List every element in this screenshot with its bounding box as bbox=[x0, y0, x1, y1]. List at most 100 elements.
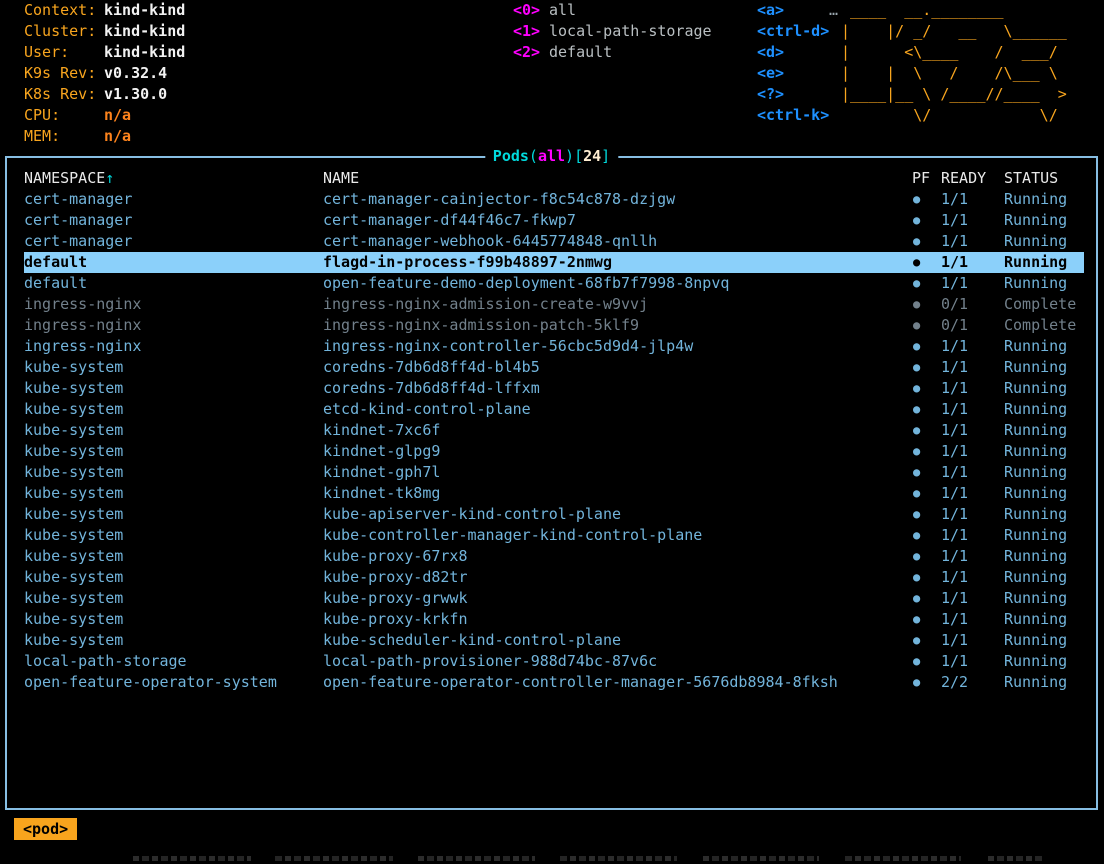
table-row[interactable]: kube-systemkindnet-7xc6f●1/1Running bbox=[24, 420, 1084, 441]
cell-name: ingress-nginx-admission-create-w9vvj bbox=[323, 294, 912, 315]
cell-ready: 1/1 bbox=[941, 399, 1004, 420]
cell-namespace: default bbox=[24, 252, 323, 273]
cell-ready: 0/1 bbox=[941, 294, 1004, 315]
header-status[interactable]: STATUS bbox=[1004, 168, 1084, 189]
table-row[interactable]: kube-systemcoredns-7db6d8ff4d-bl4b5●1/1R… bbox=[24, 357, 1084, 378]
cell-namespace: kube-system bbox=[24, 546, 323, 567]
cell-ready: 0/1 bbox=[941, 315, 1004, 336]
hotkey-ctrl-d: <ctrl-d> bbox=[757, 21, 829, 42]
title-punct: ] bbox=[601, 147, 610, 165]
cell-pf: ● bbox=[912, 378, 941, 399]
cell-ready: 2/2 bbox=[941, 672, 1004, 693]
cell-name: coredns-7db6d8ff4d-bl4b5 bbox=[323, 357, 912, 378]
cell-status: Running bbox=[1004, 231, 1084, 252]
cell-name: etcd-kind-control-plane bbox=[323, 399, 912, 420]
mem-row: MEM:n/a bbox=[24, 126, 185, 147]
table-row[interactable]: kube-systemkube-scheduler-kind-control-p… bbox=[24, 630, 1084, 651]
cell-name: kube-proxy-krkfn bbox=[323, 609, 912, 630]
cell-pf: ● bbox=[912, 294, 941, 315]
hotkey-0-label: all bbox=[549, 1, 576, 19]
table-row[interactable]: kube-systemetcd-kind-control-plane●1/1Ru… bbox=[24, 399, 1084, 420]
cell-status: Running bbox=[1004, 567, 1084, 588]
title-punct: [ bbox=[574, 147, 583, 165]
hotkey-attach: <a> bbox=[757, 0, 829, 21]
cell-status: Running bbox=[1004, 504, 1084, 525]
table-row[interactable]: kube-systemkindnet-gph7l●1/1Running bbox=[24, 462, 1084, 483]
cell-status: Running bbox=[1004, 588, 1084, 609]
cell-status: Running bbox=[1004, 420, 1084, 441]
cell-ready: 1/1 bbox=[941, 462, 1004, 483]
cell-name: kindnet-glpg9 bbox=[323, 441, 912, 462]
cell-namespace: kube-system bbox=[24, 567, 323, 588]
table-row[interactable]: kube-systemkindnet-glpg9●1/1Running bbox=[24, 441, 1084, 462]
cell-status: Running bbox=[1004, 630, 1084, 651]
cell-pf: ● bbox=[912, 588, 941, 609]
table-row[interactable]: kube-systemkube-proxy-grwwk●1/1Running bbox=[24, 588, 1084, 609]
table-row[interactable]: ingress-nginxingress-nginx-controller-56… bbox=[24, 336, 1084, 357]
table-row[interactable]: kube-systemkube-proxy-krkfn●1/1Running bbox=[24, 609, 1084, 630]
table-row[interactable]: open-feature-operator-systemopen-feature… bbox=[24, 672, 1084, 693]
cluster-value: kind-kind bbox=[104, 22, 185, 40]
table-row[interactable]: kube-systemkube-apiserver-kind-control-p… bbox=[24, 504, 1084, 525]
cell-status: Running bbox=[1004, 399, 1084, 420]
breadcrumb-pod[interactable]: <pod> bbox=[14, 818, 77, 840]
pods-table-body: cert-managercert-manager-cainjector-f8c5… bbox=[24, 189, 1084, 693]
cpu-label: CPU: bbox=[24, 105, 104, 126]
cluster-row: Cluster:kind-kind bbox=[24, 21, 185, 42]
cell-status: Running bbox=[1004, 483, 1084, 504]
cell-pf: ● bbox=[912, 504, 941, 525]
cell-name: ingress-nginx-admission-patch-5klf9 bbox=[323, 315, 912, 336]
table-row[interactable]: kube-systemkube-proxy-67rx8●1/1Running bbox=[24, 546, 1084, 567]
pods-table: NAMESPACE↑ NAME PF READY STATUS cert-man… bbox=[24, 168, 1084, 693]
header-namespace[interactable]: NAMESPACE↑ bbox=[24, 168, 323, 189]
table-row[interactable]: defaultflagd-in-process-f99b48897-2nmwg●… bbox=[24, 252, 1084, 273]
cpu-row: CPU:n/a bbox=[24, 105, 185, 126]
table-row[interactable]: ingress-nginxingress-nginx-admission-pat… bbox=[24, 315, 1084, 336]
table-row[interactable]: cert-managercert-manager-cainjector-f8c5… bbox=[24, 189, 1084, 210]
cell-namespace: open-feature-operator-system bbox=[24, 672, 323, 693]
namespace-hotkey-default: <2>default bbox=[513, 42, 712, 63]
cell-namespace: kube-system bbox=[24, 420, 323, 441]
cell-ready: 1/1 bbox=[941, 336, 1004, 357]
k9s-logo: ____ __.________ | |/ _/ __ \______ | <\… bbox=[841, 0, 1067, 126]
k8s-rev-value: v1.30.0 bbox=[104, 85, 167, 103]
table-header-row: NAMESPACE↑ NAME PF READY STATUS bbox=[24, 168, 1084, 189]
table-row[interactable]: defaultopen-feature-demo-deployment-68fb… bbox=[24, 273, 1084, 294]
cell-namespace: default bbox=[24, 273, 323, 294]
table-row[interactable]: kube-systemkube-proxy-d82tr●1/1Running bbox=[24, 567, 1084, 588]
cell-pf: ● bbox=[912, 231, 941, 252]
namespace-filter: all bbox=[538, 147, 565, 165]
header-name[interactable]: NAME bbox=[323, 168, 912, 189]
table-row[interactable]: kube-systemkube-controller-manager-kind-… bbox=[24, 525, 1084, 546]
table-row[interactable]: cert-managercert-manager-df44f46c7-fkwp7… bbox=[24, 210, 1084, 231]
cell-namespace: cert-manager bbox=[24, 210, 323, 231]
cell-status: Complete bbox=[1004, 315, 1084, 336]
cell-ready: 1/1 bbox=[941, 567, 1004, 588]
header-pf[interactable]: PF bbox=[912, 168, 941, 189]
table-row[interactable]: kube-systemkindnet-tk8mg●1/1Running bbox=[24, 483, 1084, 504]
cell-ready: 1/1 bbox=[941, 357, 1004, 378]
hotkey-1-label: local-path-storage bbox=[549, 22, 712, 40]
cell-status: Running bbox=[1004, 189, 1084, 210]
cell-name: cert-manager-df44f46c7-fkwp7 bbox=[323, 210, 912, 231]
cell-pf: ● bbox=[912, 441, 941, 462]
table-row[interactable]: local-path-storagelocal-path-provisioner… bbox=[24, 651, 1084, 672]
logo-line: |____|__ \ /____//____ > bbox=[841, 84, 1067, 105]
cell-pf: ● bbox=[912, 651, 941, 672]
cell-name: kindnet-gph7l bbox=[323, 462, 912, 483]
table-row[interactable]: ingress-nginxingress-nginx-admission-cre… bbox=[24, 294, 1084, 315]
namespace-hotkey-all: <0>all bbox=[513, 0, 712, 21]
cell-ready: 1/1 bbox=[941, 525, 1004, 546]
cell-namespace: kube-system bbox=[24, 483, 323, 504]
cell-ready: 1/1 bbox=[941, 378, 1004, 399]
table-row[interactable]: kube-systemcoredns-7db6d8ff4d-lffxm●1/1R… bbox=[24, 378, 1084, 399]
cluster-info: Context:kind-kind Cluster:kind-kind User… bbox=[24, 0, 185, 147]
logo-line: | | \ / /\___ \ bbox=[841, 63, 1067, 84]
cell-status: Running bbox=[1004, 462, 1084, 483]
cell-name: kube-controller-manager-kind-control-pla… bbox=[323, 525, 912, 546]
table-row[interactable]: cert-managercert-manager-webhook-6445774… bbox=[24, 231, 1084, 252]
header-ready[interactable]: READY bbox=[941, 168, 1004, 189]
cell-namespace: ingress-nginx bbox=[24, 294, 323, 315]
cell-status: Complete bbox=[1004, 294, 1084, 315]
logo-line: \/ \/ bbox=[841, 105, 1067, 126]
